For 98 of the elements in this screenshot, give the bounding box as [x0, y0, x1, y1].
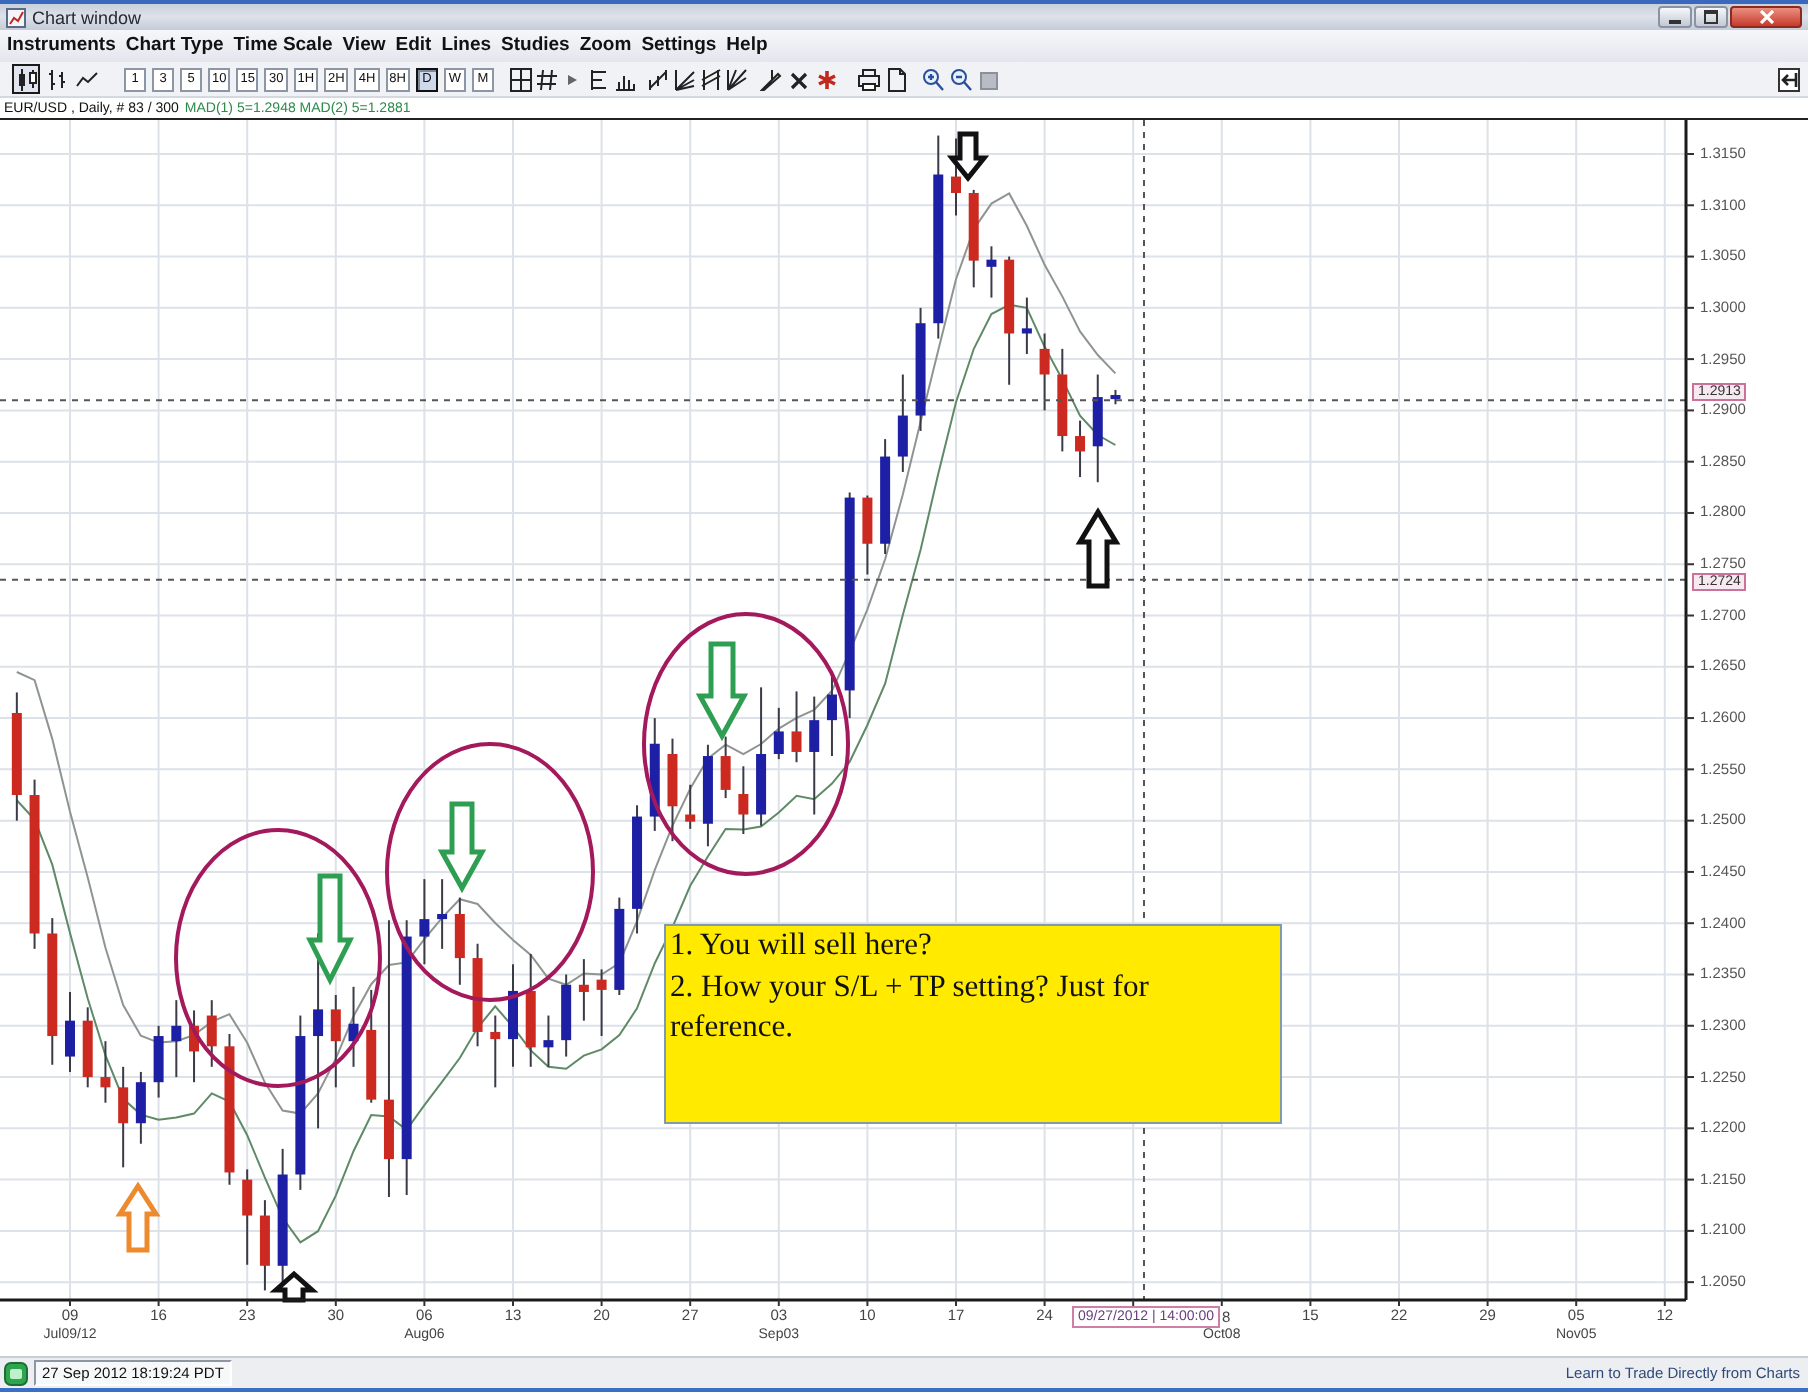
- up-arrow-icon: [115, 1181, 161, 1253]
- candlestick: [206, 999, 217, 1068]
- trend-line-icon[interactable]: [647, 67, 670, 91]
- menu-item[interactable]: Time Scale: [228, 32, 338, 60]
- close-icon: [1759, 10, 1773, 24]
- pencil-line-icon[interactable]: [759, 67, 782, 91]
- menu-item[interactable]: Chart Type: [120, 32, 229, 60]
- candlestick: [277, 1147, 288, 1284]
- candlestick: [508, 963, 518, 1068]
- candlestick: [897, 373, 908, 473]
- horizontal-lines-icon[interactable]: [587, 67, 610, 91]
- candlestick: [11, 691, 22, 822]
- candlestick: [1110, 388, 1121, 406]
- maximize-button[interactable]: [1694, 6, 1728, 28]
- chart-style-button[interactable]: [12, 64, 40, 94]
- candlestick-chart-icon: [15, 67, 37, 91]
- up-arrow-icon: [1075, 507, 1121, 589]
- candlestick: [951, 137, 961, 217]
- candlestick: [366, 988, 377, 1104]
- maximize-icon: [1704, 10, 1718, 24]
- candlestick: [862, 494, 873, 576]
- candlestick: [454, 896, 465, 986]
- zoom-in-icon[interactable]: [921, 67, 944, 91]
- grid-plus-icon[interactable]: [509, 67, 532, 91]
- menu-item[interactable]: Settings: [636, 32, 722, 60]
- candlestick: [543, 1014, 554, 1068]
- channel-lines-icon[interactable]: [699, 67, 722, 91]
- candlestick: [1004, 255, 1015, 386]
- chart-icon: [6, 7, 26, 27]
- cross-icon[interactable]: [787, 67, 810, 91]
- menu-item[interactable]: View: [337, 32, 391, 60]
- bar-chart-icon: [45, 67, 67, 91]
- minimize-button[interactable]: [1658, 6, 1692, 28]
- candlestick: [720, 735, 731, 800]
- candlestick: [242, 1168, 253, 1266]
- fork-lines-icon[interactable]: [725, 67, 748, 91]
- candlestick: [259, 1199, 270, 1292]
- candlestick: [986, 245, 997, 299]
- candlestick: [1057, 347, 1068, 453]
- menu-item[interactable]: Help: [721, 32, 773, 60]
- candlestick: [348, 985, 359, 1068]
- menu-item[interactable]: Instruments: [2, 32, 121, 60]
- arrow-box-icon[interactable]: [1778, 67, 1800, 91]
- candlestick: [649, 717, 660, 832]
- status-icon: [4, 1361, 28, 1385]
- menu-item[interactable]: Zoom: [574, 32, 637, 60]
- candlestick: [171, 999, 182, 1079]
- down-arrow-icon: [305, 873, 355, 986]
- note-text: 1. You will sell here?: [670, 926, 934, 966]
- candlestick: [65, 990, 75, 1073]
- fan-lines-icon[interactable]: [673, 67, 696, 91]
- candlestick: [1021, 296, 1032, 355]
- page-icon[interactable]: [885, 67, 908, 91]
- down-arrow-icon: [695, 641, 749, 742]
- candlestick: [773, 706, 784, 761]
- candlestick: [118, 1065, 129, 1169]
- candlestick: [614, 896, 625, 996]
- candlestick: [880, 438, 891, 555]
- menu-item[interactable]: Edit: [390, 32, 437, 60]
- note-text: 2. How your S/L + TP setting? Just for reference.: [670, 967, 1151, 1048]
- candlestick: [1092, 373, 1103, 484]
- line-chart-icon: [75, 67, 97, 91]
- close-button[interactable]: [1730, 6, 1802, 28]
- candlestick: [1039, 332, 1050, 412]
- printer-icon[interactable]: [857, 67, 880, 91]
- candlestick: [809, 695, 820, 816]
- hash-icon[interactable]: [535, 67, 558, 91]
- candlestick: [419, 878, 430, 966]
- candlestick: [330, 994, 341, 1089]
- candlestick: [667, 737, 678, 843]
- candlestick: [153, 1024, 164, 1099]
- candlestick: [189, 1009, 200, 1084]
- candlestick: [791, 690, 802, 764]
- candlestick: [561, 973, 572, 1058]
- asterisk-icon[interactable]: [815, 67, 838, 91]
- candlestick: [756, 686, 767, 827]
- zoom-out-icon[interactable]: [949, 67, 972, 91]
- candlestick: [437, 878, 448, 950]
- candlestick: [1075, 419, 1086, 479]
- menu-item[interactable]: Studies: [496, 32, 575, 60]
- down-arrow-icon: [437, 801, 487, 894]
- candlestick: [685, 783, 696, 830]
- candlestick: [596, 968, 607, 1038]
- candlestick: [472, 942, 483, 1048]
- down-arrow-icon: [946, 131, 990, 182]
- candlestick: [968, 188, 979, 289]
- candlestick: [702, 743, 713, 848]
- candlestick: [915, 306, 926, 432]
- candlestick: [632, 804, 643, 935]
- candlestick: [135, 1070, 146, 1145]
- window-title: Chart window: [32, 5, 144, 29]
- candlestick: [82, 1006, 93, 1089]
- candlestick: [525, 953, 536, 1068]
- menu-item[interactable]: Lines: [436, 32, 497, 60]
- candlestick: [578, 958, 589, 1022]
- candlestick: [738, 765, 749, 835]
- candlestick: [100, 1040, 111, 1104]
- candlestick: [490, 1014, 501, 1089]
